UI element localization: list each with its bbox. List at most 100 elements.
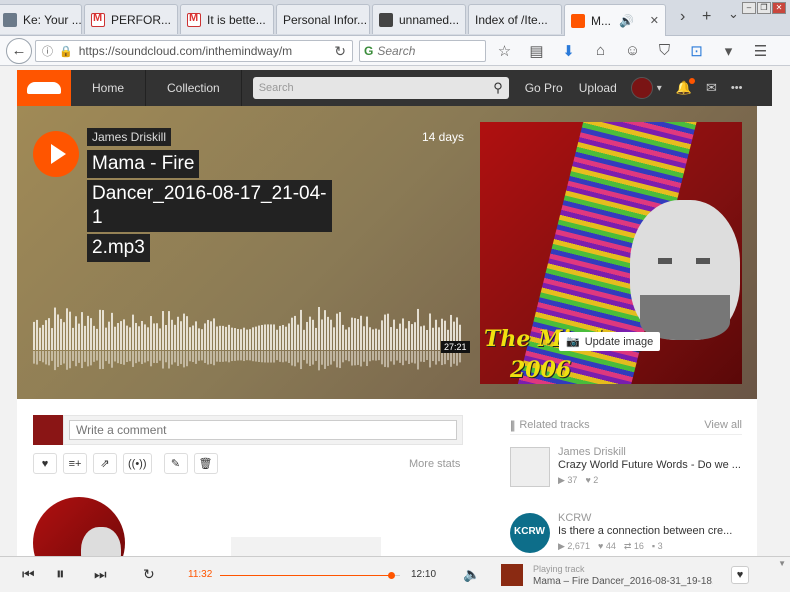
related-header: ||| Related tracks View all [510, 415, 742, 435]
heart-icon: ♥ [736, 569, 744, 581]
nav-collection[interactable]: Collection [146, 70, 242, 106]
station-button[interactable]: ((•)) [123, 453, 152, 474]
track-title-line: 2.mp3 [87, 234, 150, 262]
add-to-playlist-button[interactable]: ≡+ [63, 453, 87, 474]
now-playing-label: Playing track [533, 564, 585, 574]
likes-count: ♥ 2 [585, 475, 599, 485]
now-playing-title[interactable]: Mama – Fire Dancer_2016-08-31_19-18... [533, 576, 713, 587]
gmail-favicon-icon [187, 12, 201, 27]
update-image-label: Update image [584, 335, 654, 348]
tab-label: Personal Infor... [283, 12, 368, 27]
tab-label: It is bette... [207, 12, 266, 27]
edit-button[interactable]: ✎ [163, 453, 188, 474]
comment-input[interactable] [69, 420, 457, 440]
minimize-icon[interactable]: – [742, 2, 756, 14]
browser-tab[interactable]: PERFOR... [84, 4, 178, 34]
previous-icon[interactable]: ⏮ [22, 566, 35, 583]
browser-tab-bar: Ke: Your ... PERFOR... It is bette... Pe… [0, 0, 790, 36]
plays-count: ▶ 37 [558, 475, 578, 485]
info-icon[interactable]: ⓘ [42, 43, 53, 59]
related-track-artwork[interactable] [510, 513, 550, 553]
update-image-button[interactable]: 📷 Update image [559, 332, 661, 351]
tab-close-icon[interactable]: ✕ [646, 14, 659, 27]
browser-tab[interactable]: Index of /Ite... [468, 4, 562, 34]
related-track-title[interactable]: Is there a connection between cre... [558, 525, 742, 537]
track-title: Mama - Fire Dancer_2016-08-17_21-04-1 2.… [87, 150, 332, 264]
share-button[interactable]: ⇗ [93, 453, 117, 474]
window-close-icon[interactable]: ✕ [772, 2, 786, 14]
reload-icon[interactable]: ↻ [334, 43, 346, 60]
related-track[interactable]: James Driskill Crazy World Future Words … [510, 443, 742, 501]
related-track-stats: ▶ 2,671 ♥ 44 ⇄ 16 ▪ 3 [558, 541, 663, 552]
trash-icon: 🗑 [198, 458, 213, 470]
user-avatar[interactable] [630, 77, 653, 99]
related-track-user[interactable]: KCRW [558, 512, 591, 524]
chevron-down-icon[interactable]: ▾ [657, 83, 662, 94]
tab-list-icon[interactable]: ⌄ [728, 6, 739, 22]
url-bar[interactable]: ⓘ 🔒 https://soundcloud.com/inthemindway/… [35, 40, 353, 62]
tab-label: Index of /Ite... [475, 12, 548, 27]
waveform-icon: ||| [510, 417, 516, 432]
artist-name[interactable]: James Driskill [87, 128, 172, 146]
tab-scroll-right-icon[interactable]: › [680, 8, 685, 26]
delete-button[interactable]: 🗑 [193, 453, 218, 474]
browser-tab[interactable]: Ke: Your ... [0, 4, 82, 34]
dropdown-icon[interactable]: ▾ [719, 42, 738, 60]
image-favicon-icon [379, 12, 393, 27]
progress-handle[interactable] [387, 572, 395, 579]
soundcloud-header: Home Collection Search ⚲ Go Pro Upload ▾… [17, 70, 772, 106]
download-icon[interactable]: ⬇ [559, 42, 578, 60]
more-stats-link[interactable]: More stats [409, 458, 460, 470]
next-icon[interactable]: ⏭ [94, 566, 107, 583]
sc-search-placeholder: Search [258, 82, 294, 94]
browser-search-input[interactable]: G Search [359, 40, 486, 62]
nav-home[interactable]: Home [71, 70, 147, 106]
browser-tab[interactable]: Personal Infor... [276, 4, 370, 34]
player-like-button[interactable]: ♥ [731, 566, 749, 584]
lock-icon: 🔒 [59, 45, 73, 58]
total-time: 12:10 [411, 569, 437, 580]
extension-icon[interactable]: ⊡ [687, 42, 706, 60]
progress-bar[interactable] [220, 572, 400, 579]
repeat-icon[interactable]: ↻ [143, 566, 155, 583]
go-pro-link[interactable]: Go Pro [525, 81, 563, 95]
browser-tab[interactable]: It is bette... [180, 4, 274, 34]
smiley-icon[interactable]: ☺ [623, 42, 642, 60]
pause-icon[interactable]: ⏸ [56, 564, 65, 584]
like-button[interactable]: ♥ [33, 453, 57, 474]
now-playing-thumbnail[interactable] [501, 564, 523, 586]
sc-search-input[interactable]: Search ⚲ [252, 77, 509, 99]
new-tab-icon[interactable]: + [702, 8, 711, 26]
clipboard-icon[interactable]: ▤ [527, 42, 546, 60]
notifications-bell-icon[interactable]: 🔔 [676, 78, 696, 96]
messages-icon[interactable]: ✉ [706, 80, 717, 96]
bookmark-star-icon[interactable]: ☆ [495, 42, 514, 60]
search-icon[interactable]: ⚲ [493, 80, 503, 96]
related-track-title[interactable]: Crazy World Future Words - Do we ... [558, 459, 742, 471]
related-track-user[interactable]: James Driskill [558, 446, 626, 458]
related-track-artwork[interactable] [510, 447, 550, 487]
waveform[interactable] [33, 306, 463, 376]
browser-tab-active[interactable]: M... 🔊 ✕ [564, 4, 666, 36]
soundcloud-logo-icon[interactable] [17, 70, 71, 106]
volume-icon[interactable]: 🔈 [463, 566, 480, 583]
track-hero: James Driskill Mama - Fire Dancer_2016-0… [17, 106, 757, 399]
plays-count: ▶ 2,671 [558, 541, 590, 551]
add-to-playlist-icon: ≡+ [68, 457, 82, 470]
back-arrow-icon[interactable]: ← [6, 38, 32, 64]
scroll-down-icon[interactable]: ▼ [778, 559, 786, 568]
menu-icon[interactable]: ☰ [751, 42, 770, 60]
home-icon[interactable]: ⌂ [591, 42, 610, 60]
restore-icon[interactable]: ❐ [757, 2, 771, 14]
radio-icon: ((•)) [128, 457, 147, 470]
tab-label: M... [591, 13, 611, 28]
speaker-icon[interactable]: 🔊 [619, 14, 634, 28]
more-icon[interactable]: ••• [731, 82, 743, 94]
play-button[interactable] [33, 131, 79, 177]
browser-tab[interactable]: unnamed... [372, 4, 466, 34]
related-sidebar: ||| Related tracks View all James Driski… [510, 415, 742, 567]
artwork-year-text: 2006 [510, 357, 572, 383]
view-all-link[interactable]: View all [704, 419, 742, 431]
upload-link[interactable]: Upload [579, 81, 617, 95]
pocket-icon[interactable]: ⛉ [655, 42, 674, 60]
